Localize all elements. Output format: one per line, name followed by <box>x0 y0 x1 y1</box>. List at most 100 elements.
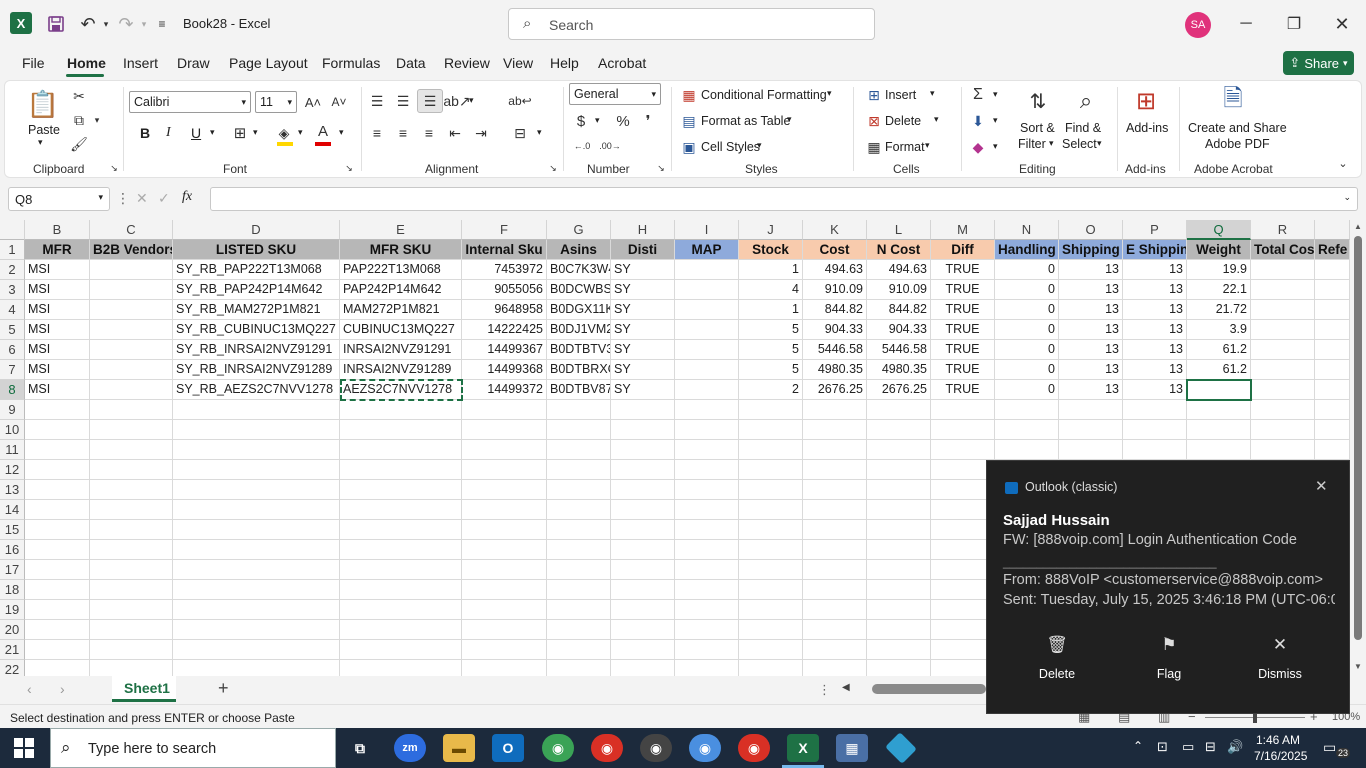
empty-cell[interactable] <box>340 400 462 420</box>
empty-cell[interactable] <box>611 560 675 580</box>
close-icon[interactable]: ✕ <box>1330 12 1354 36</box>
empty-cell[interactable] <box>739 480 803 500</box>
empty-cell[interactable] <box>173 660 340 676</box>
tab-review[interactable]: Review <box>444 55 490 71</box>
table-cell[interactable] <box>675 340 739 360</box>
table-cell[interactable]: TRUE <box>931 260 995 280</box>
fill-dropdown-icon[interactable]: ▾ <box>993 115 998 126</box>
scroll-down-icon[interactable]: ▼ <box>1354 662 1362 671</box>
font-launcher-icon[interactable]: ↘ <box>343 162 355 174</box>
table-cell[interactable]: 2676.25 <box>867 380 931 400</box>
comma-style-icon[interactable]: ❜ <box>641 111 655 131</box>
calculator-icon[interactable]: ▦ <box>836 734 868 762</box>
column-header-f[interactable]: F <box>462 220 547 240</box>
table-cell[interactable]: SY_RB_PAP242P14M642 <box>173 280 340 300</box>
table-cell[interactable] <box>1187 380 1251 400</box>
empty-cell[interactable] <box>547 520 611 540</box>
table-cell[interactable]: PAP222T13M068 <box>340 260 462 280</box>
table-cell[interactable]: SY_RB_INRSAI2NVZ91291 <box>173 340 340 360</box>
table-cell[interactable]: 14499372 <box>462 380 547 400</box>
insert-function-icon[interactable]: fx <box>182 189 192 205</box>
table-cell[interactable]: 2676.25 <box>803 380 867 400</box>
customize-qat-icon[interactable]: ≡ <box>150 12 174 36</box>
row-header-14[interactable]: 14 <box>0 500 25 520</box>
cut-icon[interactable]: ✂ <box>69 87 89 105</box>
empty-cell[interactable] <box>547 620 611 640</box>
percent-icon[interactable]: % <box>613 111 633 131</box>
clear-dropdown-icon[interactable]: ▾ <box>993 141 998 152</box>
empty-cell[interactable] <box>867 500 931 520</box>
table-cell[interactable]: TRUE <box>931 380 995 400</box>
table-cell[interactable]: 494.63 <box>867 260 931 280</box>
column-header-r[interactable]: R <box>1251 220 1315 240</box>
empty-cell[interactable] <box>90 640 173 660</box>
empty-cell[interactable] <box>675 420 739 440</box>
column-header-j[interactable]: J <box>739 220 803 240</box>
bold-button[interactable]: B <box>140 125 150 141</box>
table-cell[interactable]: MAM272P1M821 <box>340 300 462 320</box>
empty-cell[interactable] <box>173 620 340 640</box>
table-cell[interactable]: 13 <box>1059 340 1123 360</box>
table-cell[interactable]: MSI <box>25 360 90 380</box>
table-cell[interactable]: CUBINUC13MQ227 <box>340 320 462 340</box>
underline-dropdown-icon[interactable]: ▾ <box>210 127 215 138</box>
header-cell[interactable]: MAP <box>675 240 739 260</box>
select-all-corner[interactable] <box>0 220 25 240</box>
row-header-4[interactable]: 4 <box>0 300 25 320</box>
table-cell[interactable]: 13 <box>1123 360 1187 380</box>
table-cell[interactable]: 14222425 <box>462 320 547 340</box>
save-icon[interactable] <box>44 12 68 36</box>
empty-cell[interactable] <box>739 520 803 540</box>
table-cell[interactable] <box>1251 300 1315 320</box>
paste-icon[interactable]: 📋 <box>27 87 59 121</box>
empty-cell[interactable] <box>462 540 547 560</box>
table-cell[interactable]: 844.82 <box>803 300 867 320</box>
scroll-left-icon[interactable]: ◀ <box>842 682 850 693</box>
table-cell[interactable]: 22.1 <box>1187 280 1251 300</box>
fill-icon[interactable]: ⬇ <box>969 111 987 131</box>
autosum-dropdown-icon[interactable]: ▾ <box>993 89 998 100</box>
header-cell[interactable]: B2B Vendors <box>90 240 173 260</box>
header-cell[interactable]: Cost <box>803 240 867 260</box>
empty-cell[interactable] <box>867 660 931 676</box>
header-cell[interactable]: Internal Sku <box>462 240 547 260</box>
borders-dropdown-icon[interactable]: ▾ <box>253 127 258 138</box>
empty-cell[interactable] <box>675 600 739 620</box>
table-cell[interactable]: 13 <box>1123 340 1187 360</box>
more-options-icon[interactable]: ⋮ <box>116 190 130 207</box>
table-cell[interactable]: B0DJ1VM2 <box>547 320 611 340</box>
toast-delete-button[interactable]: 🗑 Delete <box>1017 635 1097 695</box>
empty-cell[interactable] <box>25 600 90 620</box>
empty-cell[interactable] <box>675 520 739 540</box>
network-icon[interactable]: ⊟ <box>1205 739 1216 755</box>
column-header-partial[interactable] <box>1315 220 1350 240</box>
empty-cell[interactable] <box>173 560 340 580</box>
empty-cell[interactable] <box>739 540 803 560</box>
empty-cell[interactable] <box>90 660 173 676</box>
empty-cell[interactable] <box>803 420 867 440</box>
tab-help[interactable]: Help <box>550 55 579 71</box>
column-header-k[interactable]: K <box>803 220 867 240</box>
fill-color-icon[interactable]: ◈ <box>275 123 293 143</box>
increase-decimal-icon[interactable]: ←.0 <box>571 137 593 155</box>
empty-cell[interactable] <box>803 600 867 620</box>
table-cell[interactable]: 14499367 <box>462 340 547 360</box>
notification-center-icon[interactable]: ▭ <box>1323 739 1336 756</box>
windows-start-icon[interactable] <box>14 738 34 758</box>
empty-cell[interactable] <box>547 540 611 560</box>
table-cell[interactable]: SY <box>611 360 675 380</box>
table-cell[interactable]: 5 <box>739 340 803 360</box>
chrome-icon[interactable]: ◉ <box>689 734 721 762</box>
empty-cell[interactable] <box>25 660 90 676</box>
table-cell[interactable] <box>90 260 173 280</box>
empty-cell[interactable] <box>867 420 931 440</box>
table-cell[interactable]: 1 <box>739 300 803 320</box>
header-cell[interactable]: Handling <box>995 240 1059 260</box>
empty-cell[interactable] <box>803 500 867 520</box>
empty-cell[interactable] <box>462 660 547 676</box>
name-box[interactable]: Q8 ▾ <box>8 187 110 211</box>
chrome-icon[interactable]: ◉ <box>738 734 770 762</box>
empty-cell[interactable] <box>803 520 867 540</box>
header-cell[interactable]: Refe <box>1315 240 1350 260</box>
italic-button[interactable]: I <box>166 125 171 141</box>
